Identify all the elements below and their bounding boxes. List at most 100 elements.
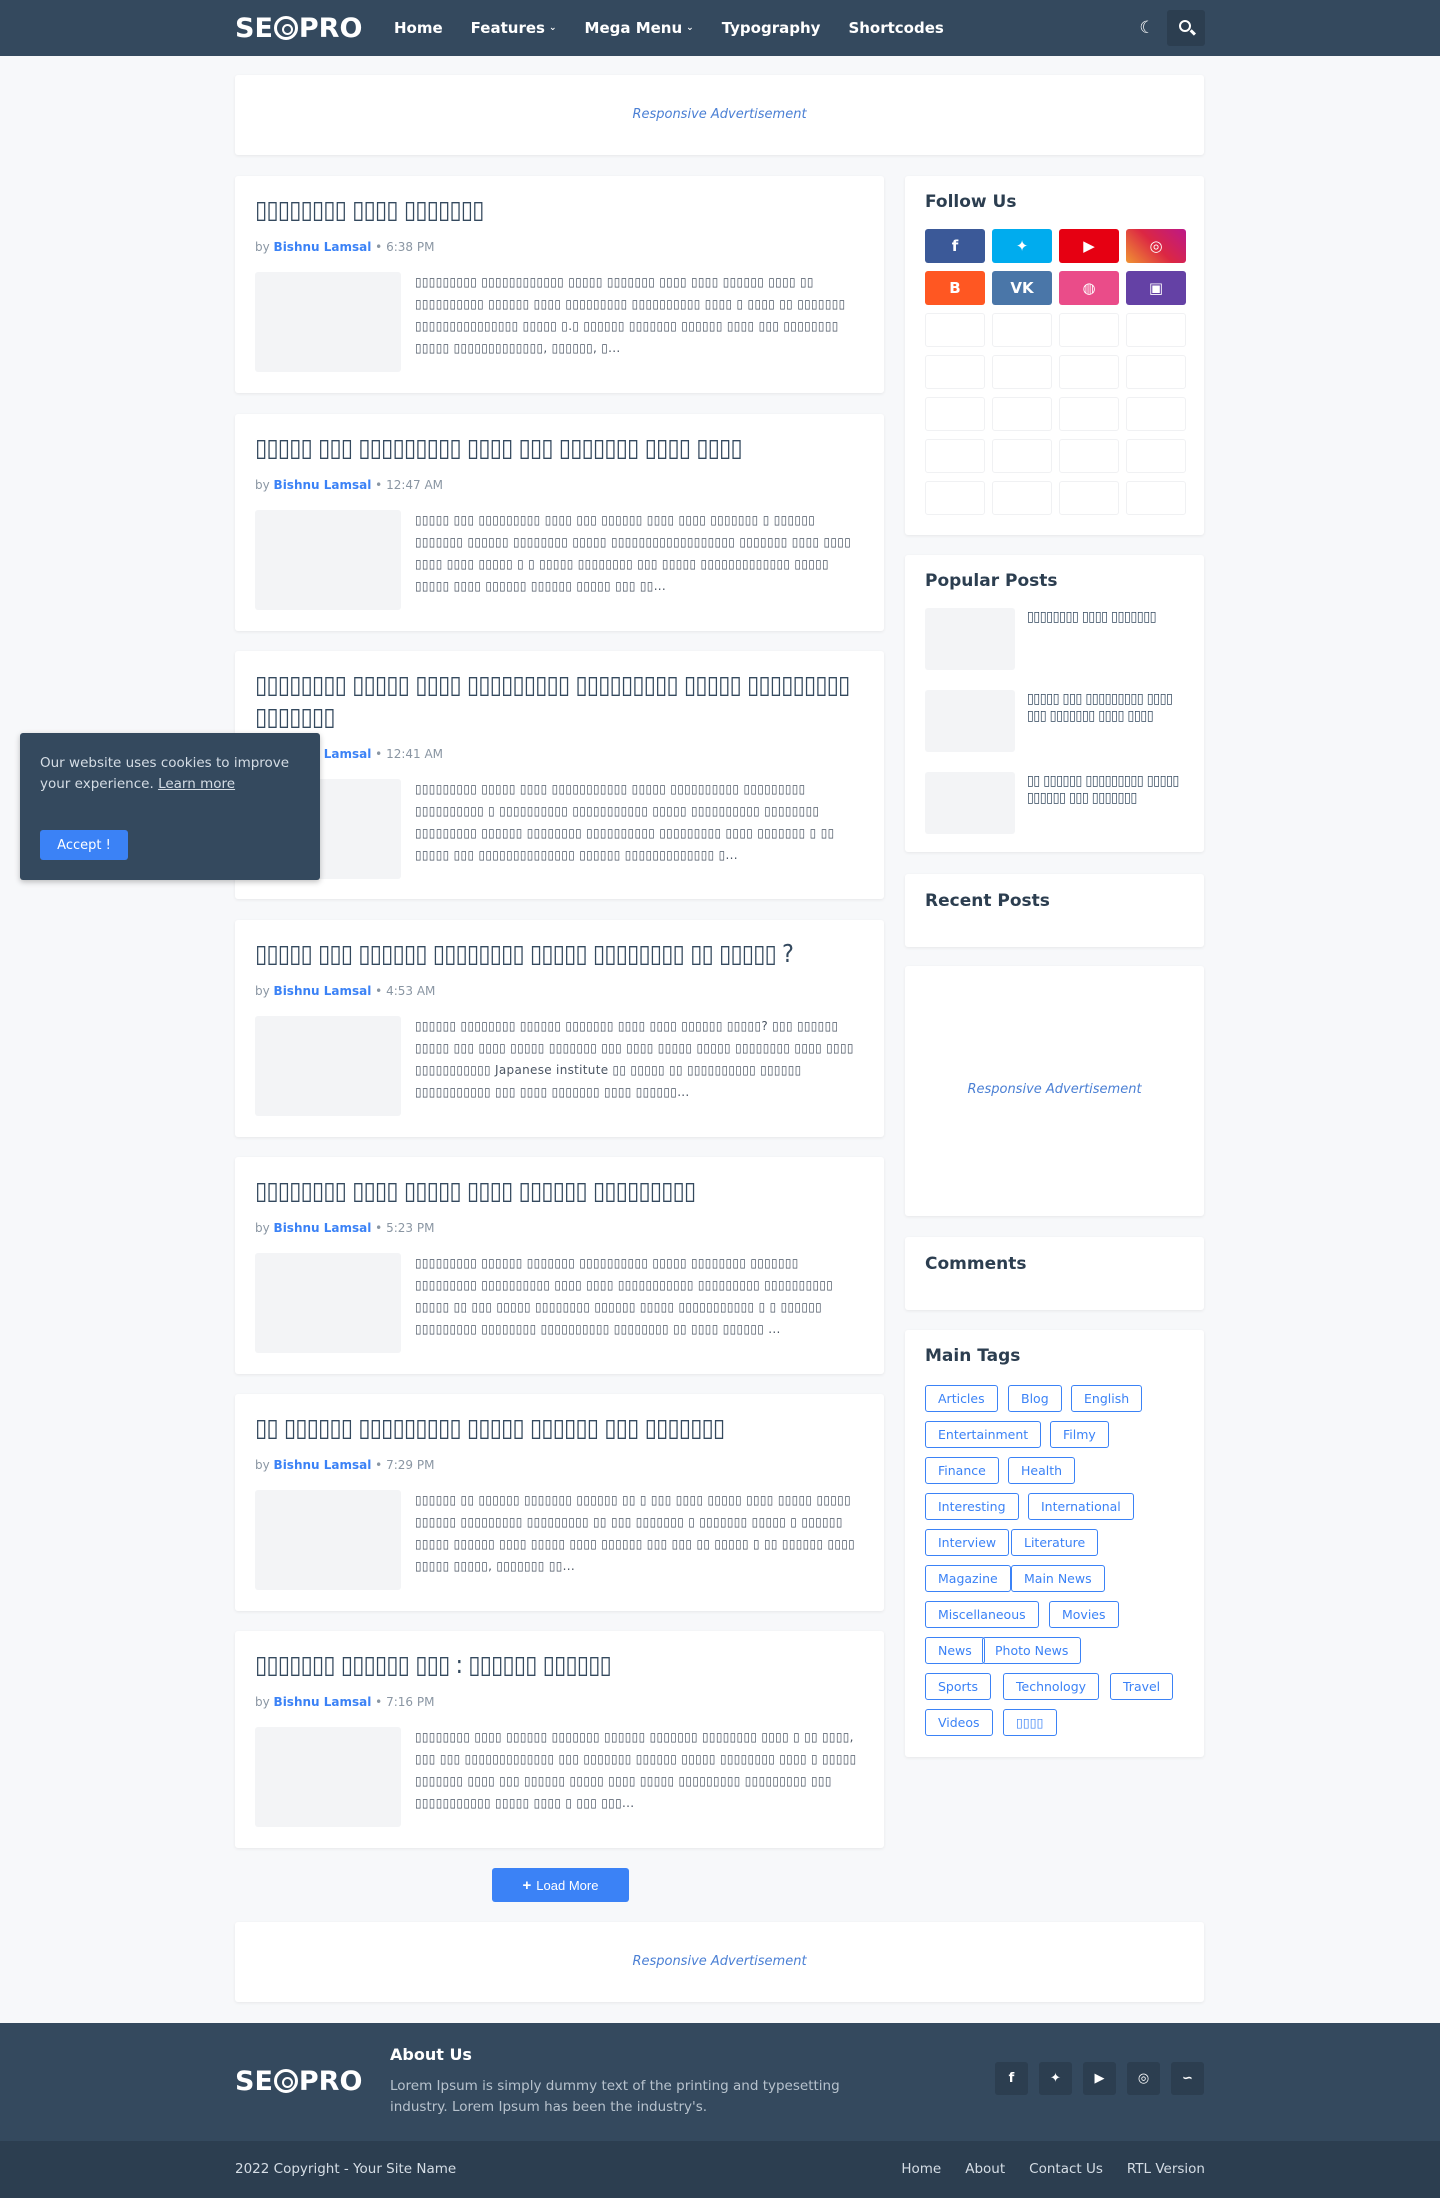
widget-title: Comments <box>925 1254 1027 1274</box>
blogger-button[interactable]: B <box>925 271 985 305</box>
popular-post-thumbnail[interactable] <box>925 608 1015 670</box>
tag-link[interactable]: News <box>925 1637 985 1664</box>
dribbble-button[interactable]: ◍ <box>1059 271 1119 305</box>
footer-twitter-button[interactable]: ✦ <box>1039 2062 1072 2095</box>
post-time: 7:29 PM <box>386 1458 435 1472</box>
footer-link-rtl[interactable]: RTL Version <box>1127 2161 1205 2177</box>
nav-home[interactable]: Home <box>394 19 443 37</box>
moon-icon[interactable]: ☾ <box>1137 16 1157 40</box>
nav-features[interactable]: Features ⌄ <box>471 19 557 37</box>
tag-link[interactable]: Sports <box>925 1673 992 1700</box>
dribbble-icon: ◍ <box>1082 279 1096 297</box>
tag-link[interactable]: Photo News <box>982 1637 1082 1664</box>
ad-label: Responsive Advertisement <box>632 1954 807 1969</box>
footer-link-home[interactable]: Home <box>901 2161 941 2177</box>
tag-link[interactable]: Technology <box>1003 1673 1100 1700</box>
tag-link[interactable]: Magazine <box>925 1565 1011 1592</box>
footer-rss-button[interactable]: ∽ <box>1171 2062 1204 2095</box>
post-thumbnail[interactable] <box>255 1016 401 1116</box>
logo-target-icon <box>273 2069 298 2093</box>
post-title[interactable]: ▯▯▯▯▯ ▯▯▯ ▯▯▯▯▯▯ ▯▯▯▯▯▯▯▯ ▯▯▯▯▯ ▯▯▯▯▯▯▯▯… <box>255 938 864 970</box>
popular-post-thumbnail[interactable] <box>925 772 1015 834</box>
twitch-button[interactable]: ▣ <box>1126 271 1186 305</box>
tag-link[interactable]: Travel <box>1110 1673 1174 1700</box>
tag-link[interactable]: Blog <box>1008 1385 1062 1412</box>
learn-more-link[interactable]: Learn more <box>158 776 235 792</box>
post-card: ▯▯▯▯▯ ▯▯▯ ▯▯▯▯▯▯▯▯▯ ▯▯▯▯ ▯▯▯ ▯▯▯▯▯▯▯ ▯▯▯… <box>235 414 884 631</box>
tag-link[interactable]: Interesting <box>925 1493 1019 1520</box>
chevron-down-icon: ⌄ <box>686 23 694 33</box>
post-thumbnail[interactable] <box>255 1727 401 1827</box>
social-placeholder <box>992 481 1052 515</box>
post-author[interactable]: Bishnu Lamsal <box>274 478 372 492</box>
tag-link[interactable]: Movies <box>1049 1601 1119 1628</box>
social-placeholder <box>992 355 1052 389</box>
tag-link[interactable]: Videos <box>925 1709 993 1736</box>
vk-button[interactable]: VK <box>992 271 1052 305</box>
load-more-button[interactable]: + Load More <box>492 1868 629 1902</box>
popular-post-title[interactable]: ▯▯ ▯▯▯▯▯▯ ▯▯▯▯▯▯▯▯▯ ▯▯▯▯▯ ▯▯▯▯▯▯ ▯▯▯ ▯▯▯… <box>1027 773 1187 807</box>
post-title[interactable]: ▯▯▯▯▯▯▯▯ ▯▯▯▯ ▯▯▯▯▯▯▯ <box>255 194 864 226</box>
accept-cookies-button[interactable]: Accept ! <box>40 830 128 860</box>
tag-link[interactable]: Finance <box>925 1457 999 1484</box>
tag-link[interactable]: Entertainment <box>925 1421 1042 1448</box>
instagram-button[interactable]: ◎ <box>1126 229 1186 263</box>
youtube-icon: ▶ <box>1094 2071 1105 2086</box>
logo-text-right: PRO <box>298 12 363 44</box>
post-thumbnail[interactable] <box>255 510 401 610</box>
tag-link[interactable]: Literature <box>1011 1529 1099 1556</box>
tag-link[interactable]: Health <box>1008 1457 1076 1484</box>
post-thumbnail[interactable] <box>255 272 401 372</box>
follow-us-widget: Follow Us f ✦ ▶ ◎ B VK ◍ ▣ <box>905 176 1204 535</box>
main-tags-widget: Main Tags Articles Blog English Entertai… <box>905 1330 1204 1757</box>
footer-youtube-button[interactable]: ▶ <box>1083 2062 1116 2095</box>
twitter-icon: ✦ <box>1015 237 1029 255</box>
post-title[interactable]: ▯▯▯▯▯▯▯ ▯▯▯▯▯▯ ▯▯▯ : ▯▯▯▯▯▯ ▯▯▯▯▯▯ <box>255 1649 864 1681</box>
post-author[interactable]: Bishnu Lamsal <box>274 984 372 998</box>
post-title[interactable]: ▯▯▯▯▯▯▯▯ ▯▯▯▯▯ ▯▯▯▯ ▯▯▯▯▯▯▯▯▯ ▯▯▯▯▯▯▯▯▯ … <box>255 669 864 733</box>
post-thumbnail[interactable] <box>255 1253 401 1353</box>
footer-facebook-button[interactable]: f <box>995 2062 1028 2095</box>
tag-link[interactable]: Interview <box>925 1529 1010 1556</box>
popular-post-title[interactable]: ▯▯▯▯▯ ▯▯▯ ▯▯▯▯▯▯▯▯▯ ▯▯▯▯ ▯▯▯ ▯▯▯▯▯▯▯ ▯▯▯… <box>1027 691 1187 725</box>
tag-link[interactable]: Main News <box>1011 1565 1105 1592</box>
nav-mega-menu[interactable]: Mega Menu ⌄ <box>585 19 694 37</box>
post-thumbnail[interactable] <box>255 1490 401 1590</box>
site-logo[interactable]: SE PRO <box>235 10 362 46</box>
social-placeholder <box>925 397 985 431</box>
tag-link[interactable]: International <box>1028 1493 1134 1520</box>
post-title[interactable]: ▯▯▯▯▯ ▯▯▯ ▯▯▯▯▯▯▯▯▯ ▯▯▯▯ ▯▯▯ ▯▯▯▯▯▯▯ ▯▯▯… <box>255 432 864 464</box>
youtube-button[interactable]: ▶ <box>1059 229 1119 263</box>
post-author[interactable]: Bishnu Lamsal <box>274 1695 372 1709</box>
tag-link[interactable]: English <box>1071 1385 1143 1412</box>
footer-bottom-bar: 2022 Copyright - Your Site Name Home Abo… <box>0 2141 1440 2198</box>
facebook-button[interactable]: f <box>925 229 985 263</box>
popular-post-thumbnail[interactable] <box>925 690 1015 752</box>
nav-typography[interactable]: Typography <box>722 19 821 37</box>
tag-link[interactable]: ▯▯▯▯ <box>1003 1709 1057 1736</box>
tag-link[interactable]: Articles <box>925 1385 998 1412</box>
vk-icon: VK <box>1010 279 1034 297</box>
post-author[interactable]: Bishnu Lamsal <box>274 240 372 254</box>
tag-link[interactable]: Filmy <box>1050 1421 1109 1448</box>
footer-link-about[interactable]: About <box>965 2161 1005 2177</box>
footer: SE PRO About Us Lorem Ipsum is simply dum… <box>0 2023 1440 2141</box>
footer-instagram-button[interactable]: ◎ <box>1127 2062 1160 2095</box>
footer-logo[interactable]: SE PRO <box>235 2063 362 2099</box>
search-button[interactable] <box>1167 10 1205 46</box>
about-text: Lorem Ipsum is simply dummy text of the … <box>390 2078 840 2115</box>
post-card: ▯▯▯▯▯▯▯▯ ▯▯▯▯ ▯▯▯▯▯▯▯ by Bishnu Lamsal •… <box>235 176 884 393</box>
post-author[interactable]: Bishnu Lamsal <box>274 1458 372 1472</box>
nav-shortcodes[interactable]: Shortcodes <box>848 19 943 37</box>
social-placeholder <box>992 313 1052 347</box>
post-author[interactable]: Bishnu Lamsal <box>274 1221 372 1235</box>
post-title[interactable]: ▯▯ ▯▯▯▯▯▯ ▯▯▯▯▯▯▯▯▯ ▯▯▯▯▯ ▯▯▯▯▯▯ ▯▯▯ ▯▯▯… <box>255 1412 864 1444</box>
tag-link[interactable]: Miscellaneous <box>925 1601 1039 1628</box>
social-placeholder <box>1059 313 1119 347</box>
popular-post-title[interactable]: ▯▯▯▯▯▯▯▯ ▯▯▯▯ ▯▯▯▯▯▯▯ <box>1027 609 1187 626</box>
post-title[interactable]: ▯▯▯▯▯▯▯▯ ▯▯▯▯ ▯▯▯▯▯ ▯▯▯▯ ▯▯▯▯▯▯ ▯▯▯▯▯▯▯▯… <box>255 1175 864 1207</box>
top-advertisement: Responsive Advertisement <box>235 75 1204 155</box>
footer-link-contact[interactable]: Contact Us <box>1029 2161 1103 2177</box>
twitter-button[interactable]: ✦ <box>992 229 1052 263</box>
load-more-label: Load More <box>536 1877 599 1893</box>
